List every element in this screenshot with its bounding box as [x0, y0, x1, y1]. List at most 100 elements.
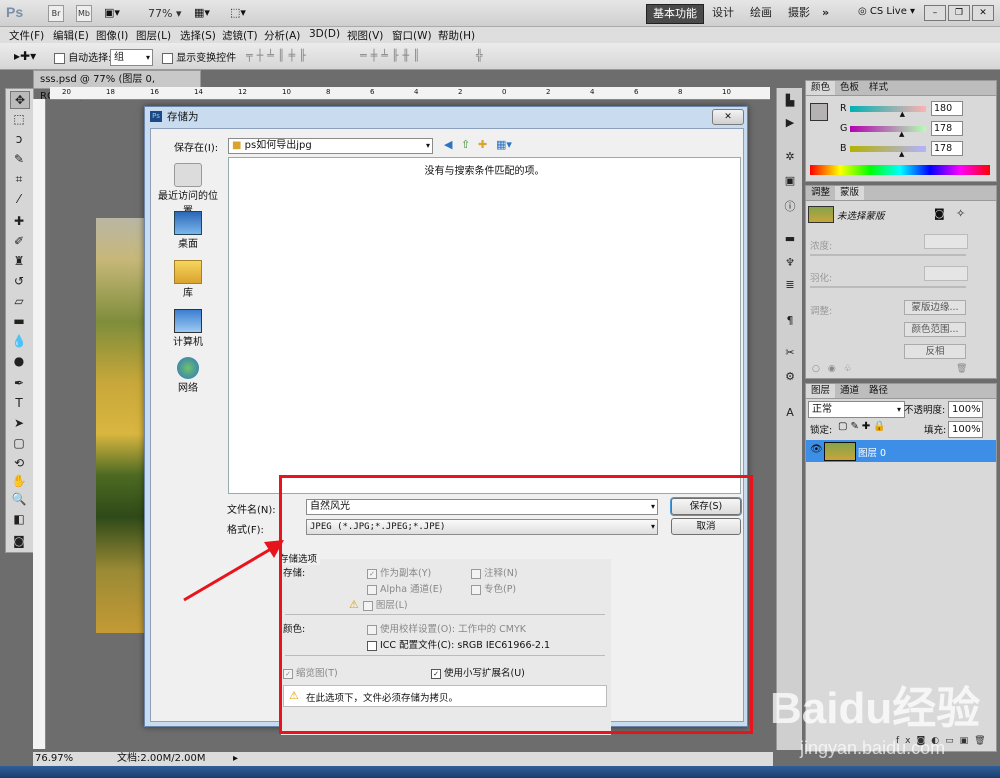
density-slider[interactable]: [810, 254, 966, 256]
menu-file[interactable]: 文件(F): [9, 28, 44, 43]
slider-b[interactable]: ▲: [850, 146, 926, 158]
marquee-tool-icon[interactable]: ⬚: [10, 111, 28, 127]
pixel-mask-icon[interactable]: ◙: [934, 207, 945, 220]
type-tool-icon[interactable]: T: [10, 395, 28, 411]
color-swatches-icon[interactable]: ◧: [10, 511, 28, 527]
slider-g[interactable]: ▲: [850, 126, 926, 138]
auto-align-icon[interactable]: ╬: [476, 49, 483, 62]
lock-icons[interactable]: ▢✎✚🔒: [838, 421, 889, 432]
animation-icon[interactable]: ⚙: [782, 370, 798, 384]
auto-select-dropdown[interactable]: 组 ▾: [110, 49, 153, 66]
hand-tool-icon[interactable]: ✋: [10, 473, 28, 489]
character-icon[interactable]: A: [782, 406, 798, 420]
notes-icon[interactable]: ✂: [782, 346, 798, 360]
shape-tool-icon[interactable]: ▢: [10, 435, 28, 451]
screen-mode-icon[interactable]: ⬚▾: [230, 6, 246, 19]
tab-paths[interactable]: 路径: [864, 384, 893, 398]
spot-heal-tool-icon[interactable]: ✚: [10, 213, 28, 229]
clone-stamp-tool-icon[interactable]: ♜: [10, 253, 28, 269]
auto-select-checkbox[interactable]: 自动选择:: [54, 49, 112, 64]
save-in-select[interactable]: ■ ps如何导出jpg ▾: [228, 138, 433, 154]
trash-icon[interactable]: 🗑: [956, 364, 967, 374]
paragraph-icon[interactable]: ¶: [782, 314, 798, 328]
place-computer[interactable]: 计算机: [155, 309, 221, 348]
canvas-image[interactable]: [96, 218, 146, 633]
color-range-button[interactable]: 颜色范围...: [904, 322, 966, 337]
lasso-tool-icon[interactable]: ↄ: [10, 131, 28, 147]
tab-styles[interactable]: 样式: [864, 81, 893, 95]
eye-icon[interactable]: 👁: [810, 444, 823, 455]
menu-help[interactable]: 帮助(H): [438, 28, 475, 43]
view-extras-icon[interactable]: ▣▾: [104, 6, 120, 19]
new-folder-icon[interactable]: ✚: [478, 138, 487, 151]
feather-slider[interactable]: [810, 286, 966, 288]
3d-panel-icon[interactable]: ▣: [782, 174, 798, 188]
close-icon[interactable]: ✕: [972, 5, 994, 21]
brush-presets-icon[interactable]: ▬: [782, 232, 798, 246]
invert-button[interactable]: 反相: [904, 344, 966, 359]
mask-footer-icons[interactable]: ○◉♧: [812, 364, 860, 374]
eyedropper-tool-icon[interactable]: ⁄: [10, 191, 28, 207]
zoom-tool-icon[interactable]: 🔍: [10, 491, 28, 507]
mask-edge-button[interactable]: 蒙版边缘...: [904, 300, 966, 315]
foreground-color-swatch[interactable]: [810, 103, 828, 121]
menu-view[interactable]: 视图(V): [347, 28, 383, 43]
tab-color[interactable]: 颜色: [806, 81, 836, 95]
history-brush-tool-icon[interactable]: ↺: [10, 273, 28, 289]
brush-tool-icon[interactable]: ✐: [10, 233, 28, 249]
view-menu-icon[interactable]: ▦▾: [496, 138, 512, 151]
place-recent[interactable]: 最近访问的位置: [155, 163, 221, 217]
layer-row[interactable]: 👁 图层 0: [806, 440, 996, 462]
minimize-icon[interactable]: –: [924, 5, 946, 21]
info-icon[interactable]: ⓘ: [782, 198, 798, 213]
mini-bridge-button[interactable]: Mb: [76, 5, 92, 22]
gradient-tool-icon[interactable]: ▬: [10, 313, 28, 329]
move-tool-preset-icon[interactable]: ▸✚▾: [14, 49, 36, 63]
cs-live-button[interactable]: ◎ CS Live ▾: [858, 6, 915, 17]
workspace-design[interactable]: 设计: [706, 4, 740, 22]
value-b[interactable]: 178: [931, 141, 963, 156]
menu-3d[interactable]: 3D(D): [309, 28, 340, 40]
fill-field[interactable]: 100%: [948, 421, 983, 438]
slider-thumb-icon[interactable]: ▲: [899, 150, 904, 158]
quick-mask-icon[interactable]: ◙: [10, 533, 28, 549]
tab-channels[interactable]: 通道: [835, 384, 864, 398]
show-transform-checkbox[interactable]: 显示变换控件: [162, 49, 236, 64]
move-tool-icon[interactable]: ✥: [10, 91, 30, 109]
menu-select[interactable]: 选择(S): [180, 28, 216, 43]
blend-mode-select[interactable]: 正常 ▾: [808, 401, 905, 418]
feather-field[interactable]: [924, 266, 968, 281]
color-ramp[interactable]: [810, 165, 990, 175]
pen-tool-icon[interactable]: ✒: [10, 375, 28, 391]
status-zoom[interactable]: 76.97%: [35, 752, 73, 766]
workspace-painting[interactable]: 绘画: [744, 4, 778, 22]
up-folder-icon[interactable]: ⇧: [461, 138, 470, 151]
workspace-essentials[interactable]: 基本功能: [646, 4, 704, 24]
actions-icon[interactable]: ▶: [782, 116, 798, 130]
file-list[interactable]: 没有与搜索条件匹配的项。: [228, 157, 741, 494]
density-field[interactable]: [924, 234, 968, 249]
histogram-icon[interactable]: ▙: [782, 94, 798, 108]
3d-rotate-tool-icon[interactable]: ⟲: [10, 455, 28, 471]
restore-icon[interactable]: ❐: [948, 5, 970, 21]
bridge-button[interactable]: Br: [48, 5, 64, 22]
layer-name[interactable]: 图层 0: [858, 445, 886, 459]
menu-layer[interactable]: 图层(L): [136, 28, 171, 43]
value-r[interactable]: 180: [931, 101, 963, 116]
eraser-tool-icon[interactable]: ▱: [10, 293, 28, 309]
distribute-buttons[interactable]: ═╪╧╟╫║: [360, 49, 424, 62]
slider-thumb-icon[interactable]: ▲: [899, 130, 904, 138]
dodge-tool-icon[interactable]: ●: [10, 353, 28, 369]
path-select-tool-icon[interactable]: ➤: [10, 415, 28, 431]
back-icon[interactable]: ◀: [444, 138, 452, 151]
tab-adjustments[interactable]: 调整: [806, 186, 835, 200]
menu-window[interactable]: 窗口(W): [392, 28, 432, 43]
workspace-photography[interactable]: 摄影: [782, 4, 816, 22]
clone-source-icon[interactable]: ♆: [782, 256, 798, 270]
menu-image[interactable]: 图像(I): [96, 28, 128, 43]
quick-select-tool-icon[interactable]: ✎: [10, 151, 28, 167]
menu-edit[interactable]: 编辑(E): [53, 28, 89, 43]
place-network[interactable]: 网络: [155, 357, 221, 394]
dialog-close-button[interactable]: ✕: [712, 109, 744, 125]
value-g[interactable]: 178: [931, 121, 963, 136]
